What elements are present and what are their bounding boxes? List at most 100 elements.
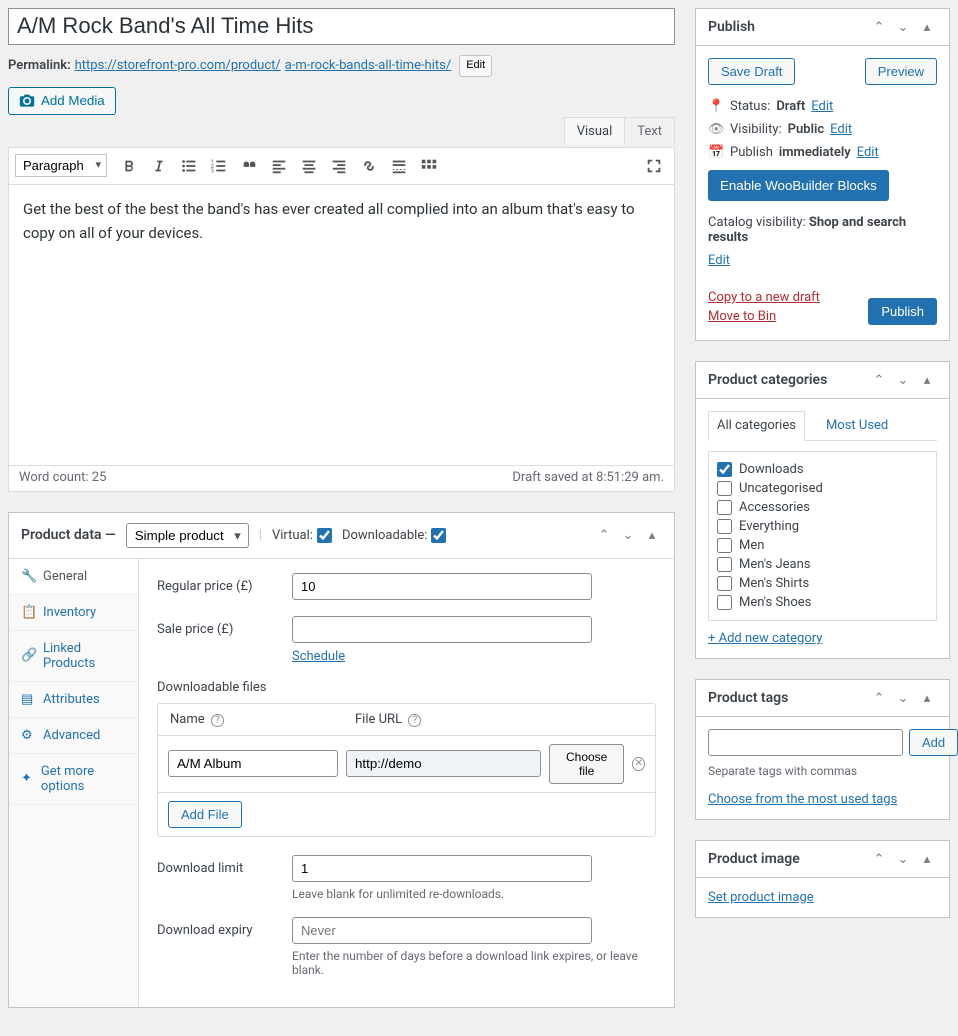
- help-icon[interactable]: ?: [408, 714, 421, 727]
- edit-visibility-link[interactable]: Edit: [830, 122, 852, 137]
- sale-price-input[interactable]: [292, 616, 592, 643]
- tab-all-categories[interactable]: All categories: [708, 411, 805, 441]
- download-limit-hint: Leave blank for unlimited re-downloads.: [292, 887, 656, 901]
- panel-toggle-icon[interactable]: ▴: [917, 688, 937, 708]
- align-left-button[interactable]: [265, 152, 293, 180]
- download-expiry-label: Download expiry: [157, 917, 292, 938]
- chevron-up-icon[interactable]: ⌃: [869, 849, 889, 869]
- sale-price-label: Sale price (£): [157, 616, 292, 637]
- choose-most-used-tags-link[interactable]: Choose from the most used tags: [708, 792, 897, 807]
- enable-woobuilder-button[interactable]: Enable WooBuilder Blocks: [708, 170, 889, 201]
- editor-toolbar: Paragraph 123: [9, 148, 674, 185]
- chevron-down-icon[interactable]: ⌄: [893, 688, 913, 708]
- category-checkbox[interactable]: [717, 481, 732, 496]
- download-limit-label: Download limit: [157, 855, 292, 876]
- chevron-up-icon[interactable]: ⌃: [869, 688, 889, 708]
- preview-button[interactable]: Preview: [865, 58, 937, 85]
- download-limit-input[interactable]: [292, 855, 592, 882]
- help-icon[interactable]: ?: [211, 714, 224, 727]
- add-file-button[interactable]: Add File: [168, 801, 242, 828]
- chevron-down-icon[interactable]: ⌄: [893, 370, 913, 390]
- tab-inventory[interactable]: 📋Inventory: [9, 595, 138, 631]
- quote-button[interactable]: [235, 152, 263, 180]
- edit-publish-date-link[interactable]: Edit: [857, 145, 879, 160]
- bullet-list-button[interactable]: [175, 152, 203, 180]
- panel-toggle-icon[interactable]: ▴: [642, 525, 662, 545]
- col-url: File URL ?: [345, 712, 643, 727]
- category-label: Uncategorised: [739, 481, 823, 496]
- format-select[interactable]: Paragraph: [15, 154, 107, 177]
- editor-tab-text[interactable]: Text: [624, 117, 675, 145]
- tab-general[interactable]: 🔧General: [9, 559, 138, 595]
- save-draft-button[interactable]: Save Draft: [708, 58, 795, 85]
- categories-title: Product categories: [708, 372, 869, 388]
- regular-price-input[interactable]: [292, 573, 592, 600]
- chevron-down-icon[interactable]: ⌄: [893, 17, 913, 37]
- publish-button[interactable]: Publish: [868, 298, 937, 325]
- edit-status-link[interactable]: Edit: [811, 99, 833, 114]
- edit-catalog-vis-link[interactable]: Edit: [708, 253, 730, 268]
- category-label: Men: [739, 538, 764, 553]
- chevron-up-icon[interactable]: ⌃: [869, 17, 889, 37]
- set-product-image-link[interactable]: Set product image: [708, 890, 814, 905]
- number-list-button[interactable]: 123: [205, 152, 233, 180]
- add-category-link[interactable]: + Add new category: [708, 631, 822, 646]
- editor-content[interactable]: Get the best of the best the band's has …: [9, 185, 674, 465]
- italic-button[interactable]: [145, 152, 173, 180]
- download-expiry-input[interactable]: [292, 917, 592, 944]
- category-checkbox[interactable]: [717, 595, 732, 610]
- align-center-button[interactable]: [295, 152, 323, 180]
- catalog-visibility: Catalog visibility: Shop and search resu…: [708, 207, 937, 245]
- product-title-input[interactable]: [8, 8, 675, 45]
- permalink-edit-button[interactable]: Edit: [459, 55, 492, 77]
- tab-advanced[interactable]: ⚙Advanced: [9, 718, 138, 754]
- category-label: Men's Shirts: [739, 576, 809, 591]
- category-label: Accessories: [739, 500, 810, 515]
- product-type-select[interactable]: Simple product: [126, 523, 249, 548]
- add-tag-button[interactable]: Add: [909, 729, 958, 756]
- tab-get-more[interactable]: ✦Get more options: [9, 754, 138, 805]
- chevron-down-icon[interactable]: ⌄: [618, 525, 638, 545]
- tags-title: Product tags: [708, 690, 869, 706]
- regular-price-label: Regular price (£): [157, 573, 292, 594]
- draft-saved-time: Draft saved at 8:51:29 am.: [512, 470, 664, 485]
- copy-draft-link[interactable]: Copy to a new draft: [708, 290, 820, 305]
- toolbar-toggle-button[interactable]: [415, 152, 443, 180]
- category-label: Downloads: [739, 462, 804, 477]
- category-label: Men's Jeans: [739, 557, 811, 572]
- file-url-input[interactable]: [346, 750, 541, 777]
- chevron-up-icon[interactable]: ⌃: [594, 525, 614, 545]
- choose-file-button[interactable]: Choose file: [549, 744, 624, 784]
- bold-button[interactable]: [115, 152, 143, 180]
- add-media-button[interactable]: Add Media: [8, 87, 116, 115]
- category-checkbox[interactable]: [717, 500, 732, 515]
- category-checkbox[interactable]: [717, 519, 732, 534]
- fullscreen-button[interactable]: [640, 152, 668, 180]
- editor-tab-visual[interactable]: Visual: [564, 117, 626, 145]
- more-button[interactable]: [385, 152, 413, 180]
- tab-linked[interactable]: 🔗Linked Products: [9, 631, 138, 682]
- tab-most-used[interactable]: Most Used: [817, 411, 897, 440]
- file-name-input[interactable]: [168, 750, 338, 777]
- permalink-slug[interactable]: a-m-rock-bands-all-time-hits/: [285, 58, 451, 73]
- delete-file-icon[interactable]: ✕: [632, 757, 645, 771]
- panel-toggle-icon[interactable]: ▴: [917, 370, 937, 390]
- permalink-base[interactable]: https://storefront-pro.com/product/: [75, 58, 281, 73]
- virtual-checkbox[interactable]: [317, 528, 332, 543]
- move-to-bin-link[interactable]: Move to Bin: [708, 309, 820, 324]
- tab-attributes[interactable]: ▤Attributes: [9, 682, 138, 718]
- chevron-down-icon[interactable]: ⌄: [893, 849, 913, 869]
- link-button[interactable]: [355, 152, 383, 180]
- chevron-up-icon[interactable]: ⌃: [869, 370, 889, 390]
- category-checkbox[interactable]: [717, 557, 732, 572]
- downloadable-checkbox-label: Downloadable:: [342, 528, 446, 543]
- downloadable-checkbox[interactable]: [431, 528, 446, 543]
- panel-toggle-icon[interactable]: ▴: [917, 849, 937, 869]
- category-checkbox[interactable]: [717, 462, 732, 477]
- align-right-button[interactable]: [325, 152, 353, 180]
- category-checkbox[interactable]: [717, 576, 732, 591]
- category-checkbox[interactable]: [717, 538, 732, 553]
- panel-toggle-icon[interactable]: ▴: [917, 17, 937, 37]
- tags-input[interactable]: [708, 729, 903, 756]
- schedule-link[interactable]: Schedule: [292, 649, 345, 664]
